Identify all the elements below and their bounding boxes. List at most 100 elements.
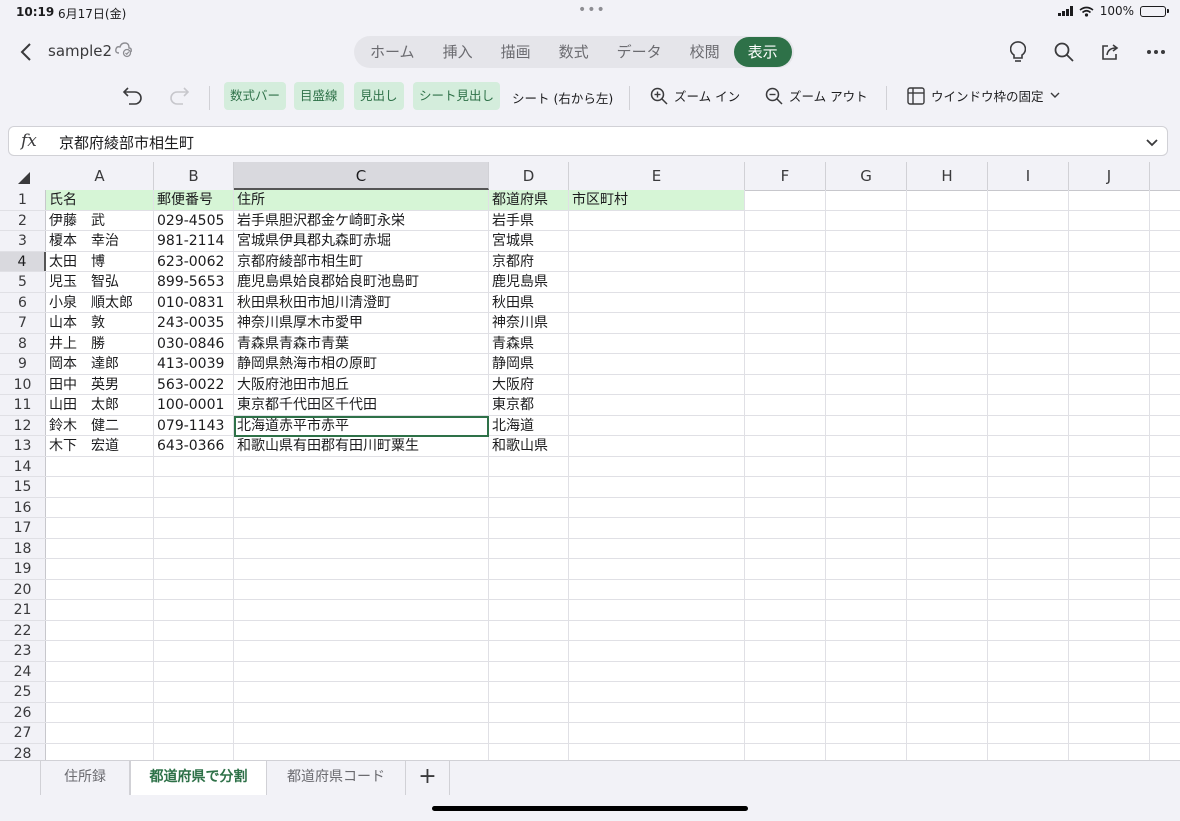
cell[interactable]: 413-0039 xyxy=(154,354,234,374)
cell[interactable] xyxy=(46,702,154,722)
cell[interactable] xyxy=(988,292,1069,312)
cell[interactable] xyxy=(745,231,826,251)
cell[interactable] xyxy=(745,620,826,640)
cell[interactable] xyxy=(988,538,1069,558)
row-header[interactable]: 6 xyxy=(0,292,46,312)
row-header[interactable]: 19 xyxy=(0,559,46,579)
cell[interactable]: 市区町村 xyxy=(569,190,745,210)
cell[interactable] xyxy=(907,559,988,579)
cell[interactable] xyxy=(154,620,234,640)
cell[interactable] xyxy=(569,354,745,374)
cell[interactable] xyxy=(826,415,907,435)
cell[interactable] xyxy=(907,395,988,415)
cell[interactable] xyxy=(988,374,1069,394)
cell[interactable] xyxy=(745,436,826,456)
cell[interactable]: 623-0062 xyxy=(154,251,234,271)
cell[interactable] xyxy=(569,292,745,312)
cell[interactable] xyxy=(988,456,1069,476)
column-header-d[interactable]: D xyxy=(489,162,569,190)
sheet-tab-address-book[interactable]: 住所録 xyxy=(40,761,130,795)
cell[interactable]: 伊藤 武 xyxy=(46,210,154,230)
cell[interactable] xyxy=(154,497,234,517)
cell[interactable] xyxy=(234,456,489,476)
cell[interactable] xyxy=(826,210,907,230)
cell[interactable] xyxy=(826,333,907,353)
cell[interactable] xyxy=(569,661,745,681)
cell[interactable] xyxy=(745,497,826,517)
row-header[interactable]: 26 xyxy=(0,702,46,722)
cell[interactable] xyxy=(1069,313,1150,333)
cell[interactable] xyxy=(234,661,489,681)
cell[interactable] xyxy=(988,415,1069,435)
cell[interactable] xyxy=(907,743,988,760)
cell[interactable] xyxy=(745,743,826,760)
cell[interactable] xyxy=(154,559,234,579)
cell[interactable] xyxy=(826,743,907,760)
spreadsheet-grid[interactable]: ABCDEFGHIJ 1 氏名 郵便番号 住所 都道府県 市区町村 2 伊藤 武 029-450… xyxy=(0,162,1180,760)
cell[interactable] xyxy=(489,559,569,579)
row-header[interactable]: 22 xyxy=(0,620,46,640)
cell[interactable] xyxy=(489,743,569,760)
cell[interactable] xyxy=(569,272,745,292)
cell[interactable] xyxy=(745,477,826,497)
cell[interactable] xyxy=(745,272,826,292)
lightbulb-icon[interactable] xyxy=(1006,38,1030,66)
cell[interactable] xyxy=(1069,641,1150,661)
cell[interactable]: 北海道 xyxy=(489,415,569,435)
cell[interactable] xyxy=(988,600,1069,620)
cell[interactable] xyxy=(154,518,234,538)
freeze-panes-button[interactable]: ウインドウ枠の固定 xyxy=(907,86,1060,105)
cell[interactable] xyxy=(745,313,826,333)
cell[interactable] xyxy=(826,292,907,312)
cell[interactable] xyxy=(1069,333,1150,353)
cell[interactable] xyxy=(154,723,234,743)
cell[interactable] xyxy=(907,538,988,558)
cell[interactable] xyxy=(907,415,988,435)
row-header[interactable]: 4 xyxy=(0,251,46,271)
cell[interactable] xyxy=(826,272,907,292)
cell[interactable] xyxy=(154,641,234,661)
cell[interactable] xyxy=(745,292,826,312)
cell[interactable] xyxy=(46,743,154,760)
cell[interactable] xyxy=(907,436,988,456)
cell[interactable] xyxy=(489,600,569,620)
sheet-headings-toggle[interactable]: シート見出し xyxy=(413,82,501,110)
cell[interactable]: 秋田県秋田市旭川清澄町 xyxy=(234,292,489,312)
cell[interactable]: 030-0846 xyxy=(154,333,234,353)
tab-insert[interactable]: 挿入 xyxy=(429,37,487,67)
cell[interactable] xyxy=(826,702,907,722)
cell[interactable] xyxy=(988,702,1069,722)
cell[interactable] xyxy=(569,518,745,538)
cell[interactable] xyxy=(745,190,826,210)
cell[interactable]: 鈴木 健二 xyxy=(46,415,154,435)
formula-bar-toggle[interactable]: 数式バー xyxy=(224,82,287,110)
cell[interactable] xyxy=(569,210,745,230)
cell[interactable] xyxy=(745,538,826,558)
cell[interactable] xyxy=(1069,456,1150,476)
cell[interactable]: 青森県 xyxy=(489,333,569,353)
cell[interactable]: 643-0366 xyxy=(154,436,234,456)
cell[interactable]: 243-0035 xyxy=(154,313,234,333)
row-header[interactable]: 18 xyxy=(0,538,46,558)
cell[interactable] xyxy=(489,620,569,640)
column-header-g[interactable]: G xyxy=(826,162,907,190)
cell[interactable] xyxy=(46,579,154,599)
cell[interactable]: 岡本 達郎 xyxy=(46,354,154,374)
cell[interactable] xyxy=(46,600,154,620)
cell[interactable] xyxy=(988,354,1069,374)
cell[interactable] xyxy=(1069,477,1150,497)
gridlines-toggle[interactable]: 目盛線 xyxy=(294,82,344,110)
cell[interactable] xyxy=(988,190,1069,210)
cell[interactable] xyxy=(154,702,234,722)
cell[interactable] xyxy=(826,231,907,251)
cell[interactable] xyxy=(569,559,745,579)
cell[interactable] xyxy=(826,251,907,271)
cell[interactable] xyxy=(826,456,907,476)
cell[interactable] xyxy=(1069,579,1150,599)
row-header[interactable]: 17 xyxy=(0,518,46,538)
cell[interactable] xyxy=(489,641,569,661)
zoom-out-button[interactable]: ズーム アウト xyxy=(765,86,868,105)
cell[interactable] xyxy=(1069,272,1150,292)
row-header[interactable]: 20 xyxy=(0,579,46,599)
cell[interactable] xyxy=(988,497,1069,517)
